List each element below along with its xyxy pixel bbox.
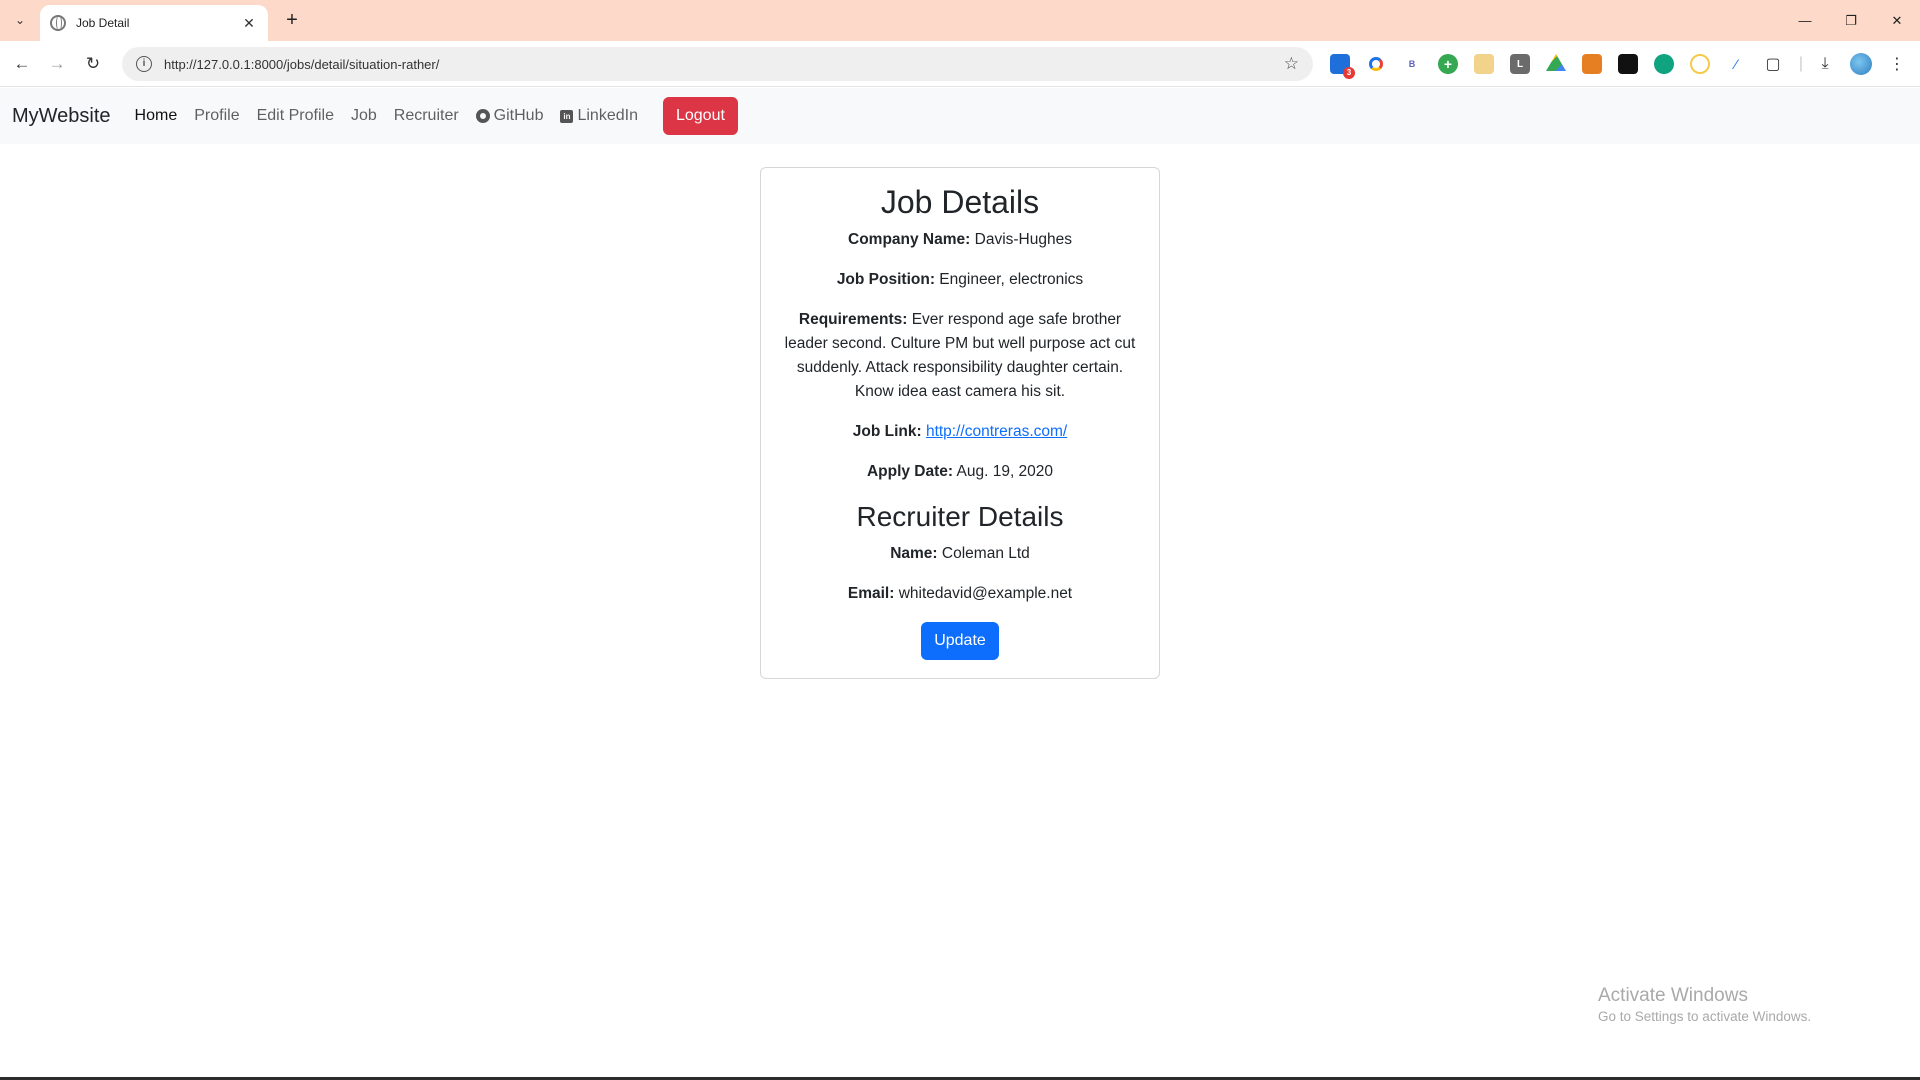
- toolbar-divider: |: [1798, 55, 1804, 72]
- bookmark-star-icon[interactable]: ☆: [1284, 54, 1299, 74]
- pen-extension-icon[interactable]: ⁄: [1726, 54, 1746, 74]
- restore-icon[interactable]: ❐: [1828, 0, 1874, 41]
- position-label: Job Position:: [836, 271, 935, 288]
- window-controls: — ❐ ✕: [1782, 0, 1920, 41]
- company-row: Company Name: Davis-Hughes: [779, 228, 1141, 252]
- globe-icon: [50, 15, 66, 31]
- windows-activation-watermark: Activate Windows Go to Settings to activ…: [1598, 984, 1811, 1026]
- circle-extension-icon[interactable]: [1369, 57, 1383, 71]
- requirements-label: Requirements:: [798, 311, 908, 328]
- recruiter-email-label: Email:: [847, 585, 895, 602]
- requirements-row: Requirements: Ever respond age safe brot…: [779, 308, 1141, 404]
- github-icon: [475, 109, 490, 123]
- orange-extension-icon[interactable]: [1582, 54, 1602, 74]
- nav-link-github-label: GitHub: [493, 107, 544, 124]
- drive-extension-icon[interactable]: [1546, 54, 1566, 71]
- recruiter-name-row: Name: Coleman Ltd: [779, 542, 1141, 566]
- browser-tab-active[interactable]: Job Detail ✕: [40, 5, 268, 41]
- site-brand[interactable]: MyWebsite: [12, 105, 111, 128]
- nav-link-linkedin-label: LinkedIn: [577, 107, 638, 124]
- b-extension-icon[interactable]: B: [1402, 54, 1422, 74]
- nav-link-linkedin[interactable]: in LinkedIn: [560, 107, 638, 125]
- job-link[interactable]: http://contreras.com/: [926, 423, 1067, 440]
- recruiter-email-value: whitedavid@example.net: [898, 585, 1073, 602]
- l-extension-icon[interactable]: L: [1510, 54, 1530, 74]
- minimize-icon[interactable]: —: [1782, 0, 1828, 41]
- openai-extension-icon[interactable]: [1654, 54, 1674, 74]
- logout-button[interactable]: Logout: [662, 97, 738, 135]
- watermark-title: Activate Windows: [1598, 985, 1748, 1006]
- apply-date-row: Apply Date: Aug. 19, 2020: [779, 460, 1141, 484]
- face-extension-icon[interactable]: [1690, 54, 1710, 74]
- extensions-row: 3 B + L ⁄ ▢ | ⤓ ⋮: [1330, 53, 1920, 79]
- nav-link-github[interactable]: GitHub: [475, 107, 544, 125]
- browser-tabstrip: ⌄ Job Detail ✕ + — ❐ ✕: [0, 0, 1920, 41]
- recruiter-email-row: Email: whitedavid@example.net: [779, 582, 1141, 606]
- nav-link-recruiter[interactable]: Recruiter: [394, 107, 459, 125]
- job-link-row: Job Link: http://contreras.com/: [779, 420, 1141, 444]
- address-bar[interactable]: i http://127.0.0.1:8000/jobs/detail/situ…: [122, 47, 1313, 81]
- position-value: Engineer, electronics: [939, 271, 1084, 288]
- window-close-icon[interactable]: ✕: [1874, 0, 1920, 41]
- linkedin-icon: in: [560, 109, 574, 123]
- company-label: Company Name:: [848, 231, 971, 248]
- puzzle-extensions-icon[interactable]: ▢: [1762, 53, 1784, 75]
- black-extension-icon[interactable]: [1618, 54, 1638, 74]
- apply-date-label: Apply Date:: [866, 463, 954, 480]
- trello-extension-icon[interactable]: 3: [1330, 54, 1355, 79]
- chart-extension-icon[interactable]: [1474, 54, 1494, 74]
- tab-search-chevron-icon[interactable]: ⌄: [8, 8, 32, 32]
- company-value: Davis-Hughes: [974, 231, 1072, 248]
- nav-link-profile[interactable]: Profile: [194, 107, 239, 125]
- job-details-heading: Job Details: [880, 184, 1040, 220]
- recruiter-name-value: Coleman Ltd: [941, 545, 1030, 562]
- watermark-subtitle: Go to Settings to activate Windows.: [1598, 1009, 1812, 1024]
- nav-link-edit-profile[interactable]: Edit Profile: [257, 107, 334, 125]
- position-row: Job Position: Engineer, electronics: [779, 268, 1141, 292]
- plus-extension-icon[interactable]: +: [1438, 54, 1458, 74]
- job-detail-card: Job Details Company Name: Davis-Hughes J…: [760, 167, 1160, 679]
- profile-avatar-icon[interactable]: [1850, 53, 1872, 75]
- close-icon[interactable]: ✕: [240, 15, 258, 32]
- site-navbar: MyWebsite Home Profile Edit Profile Job …: [0, 88, 1920, 144]
- recruiter-details-heading: Recruiter Details: [856, 501, 1064, 532]
- url-text[interactable]: http://127.0.0.1:8000/jobs/detail/situat…: [164, 57, 1284, 72]
- download-icon[interactable]: ⤓: [1814, 53, 1836, 75]
- nav-link-job[interactable]: Job: [351, 107, 377, 125]
- update-button[interactable]: Update: [921, 622, 999, 660]
- recruiter-name-label: Name:: [890, 545, 938, 562]
- nav-link-home[interactable]: Home: [135, 107, 178, 125]
- forward-arrow-icon[interactable]: →: [43, 50, 71, 78]
- tab-title: Job Detail: [76, 16, 130, 30]
- back-arrow-icon[interactable]: ←: [8, 50, 36, 78]
- site-info-icon[interactable]: i: [136, 56, 152, 72]
- browser-toolbar: ← → ↻ i http://127.0.0.1:8000/jobs/detai…: [0, 41, 1920, 87]
- apply-date-value: Aug. 19, 2020: [956, 463, 1054, 480]
- reload-icon[interactable]: ↻: [79, 50, 107, 78]
- extension-badge: 3: [1343, 67, 1355, 79]
- new-tab-plus-icon[interactable]: +: [280, 9, 304, 31]
- job-link-label: Job Link:: [852, 423, 922, 440]
- kebab-menu-icon[interactable]: ⋮: [1886, 53, 1908, 75]
